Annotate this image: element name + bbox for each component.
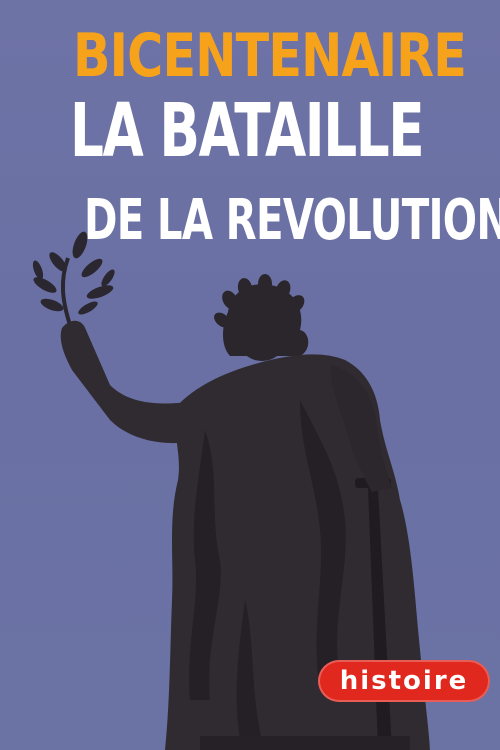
movie-poster: BICENTENAIRE LA BATAILLE DE LA REVOLUTIO…: [0, 0, 500, 750]
channel-logo-text: histoire: [339, 666, 469, 696]
title-line-bicentenaire: BICENTENAIRE: [73, 21, 467, 91]
title-line-la-bataille: LA BATAILLE: [70, 88, 425, 174]
title-line-de-la-revolution: DE LA REVOLUTION: [84, 188, 500, 253]
histoire-channel-logo: histoire: [318, 660, 490, 702]
